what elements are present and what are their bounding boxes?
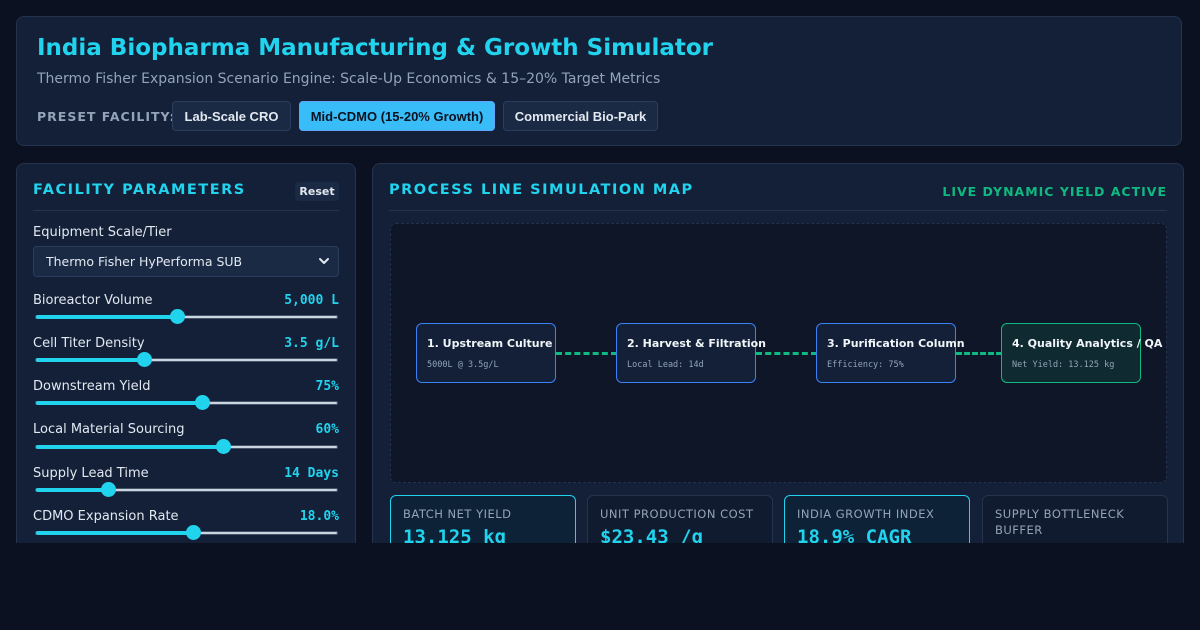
metric-card-supply-bottleneck-buffer: SUPPLY BOTTLENECK BUFFER (982, 495, 1168, 543)
node-title: 1. Upstream Culture (427, 337, 553, 350)
node-detail: Net Yield: 13.125 kg (1012, 360, 1115, 370)
downstream-yield-slider[interactable] (35, 395, 338, 410)
cdmo-expansion-rate-slider[interactable] (35, 525, 338, 540)
flow-connector (756, 352, 817, 355)
local-material-sourcing-label: Local Material Sourcing (33, 422, 185, 437)
slider-fill (36, 315, 178, 319)
slider-thumb[interactable] (215, 439, 231, 454)
supply-lead-time-label: Supply Lead Time (33, 466, 149, 481)
header-panel: India Biopharma Manufacturing & Growth S… (16, 16, 1182, 146)
process-line-panel: PROCESS LINE SIMULATION MAP LIVE DYNAMIC… (372, 163, 1184, 543)
node-title: 2. Harvest & Filtration (627, 337, 766, 350)
slider-thumb[interactable] (194, 395, 210, 410)
metric-value: 18.9% CAGR (797, 526, 912, 543)
bioreactor-volume-value: 5,000 L (284, 293, 339, 308)
node-detail: Local Lead: 14d (627, 360, 704, 370)
node-detail: 5000L @ 3.5g/L (427, 360, 499, 370)
metric-card-unit-production-cost: UNIT PRODUCTION COST $23.43 /g (587, 495, 773, 543)
facility-parameters-panel: FACILITY PARAMETERS Reset Equipment Scal… (16, 163, 356, 543)
process-node-quality-analytics[interactable]: 4. Quality Analytics / QA Net Yield: 13.… (1001, 323, 1162, 383)
flow-connector (956, 352, 1002, 355)
local-material-sourcing-slider[interactable] (35, 439, 338, 454)
cell-titer-density-slider[interactable] (35, 352, 338, 367)
metric-card-india-growth-index: INDIA GROWTH INDEX 18.9% CAGR (784, 495, 970, 543)
facility-parameters-title: FACILITY PARAMETERS (33, 182, 246, 198)
supply-lead-time-slider[interactable] (35, 482, 338, 497)
preset-label: PRESET FACILITY: (37, 109, 176, 124)
cell-titer-density-value: 3.5 g/L (284, 336, 339, 351)
downstream-yield-label: Downstream Yield (33, 379, 151, 394)
flow-connector (556, 352, 617, 355)
slider-fill (36, 358, 145, 362)
bioreactor-volume-slider[interactable] (35, 309, 338, 324)
metric-label: BATCH NET YIELD (403, 507, 512, 521)
process-node-harvest-filtration[interactable]: 2. Harvest & Filtration Local Lead: 14d (616, 323, 766, 383)
node-detail: Efficiency: 75% (827, 360, 904, 370)
page-title: India Biopharma Manufacturing & Growth S… (37, 35, 714, 61)
slider-thumb[interactable] (137, 352, 153, 367)
equipment-select[interactable]: Thermo Fisher HyPerforma SUB (33, 246, 339, 277)
downstream-yield-value: 75% (315, 379, 339, 394)
cdmo-expansion-rate-label: CDMO Expansion Rate (33, 509, 179, 524)
live-status-indicator: LIVE DYNAMIC YIELD ACTIVE (942, 184, 1167, 199)
preset-lab-scale-cro-button[interactable]: Lab-Scale CRO (172, 101, 291, 131)
metric-label: INDIA GROWTH INDEX (797, 507, 935, 521)
node-title: 3. Purification Column (827, 337, 965, 350)
metric-label: SUPPLY BOTTLENECK BUFFER (995, 507, 1125, 537)
process-line-title: PROCESS LINE SIMULATION MAP (389, 182, 694, 198)
reset-button[interactable]: Reset (295, 182, 339, 201)
supply-lead-time-value: 14 Days (284, 466, 339, 481)
node-title: 4. Quality Analytics / QA (1012, 337, 1163, 350)
cdmo-expansion-rate-value: 18.0% (299, 509, 339, 524)
slider-thumb[interactable] (101, 482, 117, 497)
panel-divider (33, 210, 339, 211)
cell-titer-density-label: Cell Titer Density (33, 336, 145, 351)
process-node-purification-column[interactable]: 3. Purification Column Efficiency: 75% (816, 323, 965, 383)
process-simulation-map: 1. Upstream Culture 5000L @ 3.5g/L 2. Ha… (390, 223, 1167, 483)
panel-divider (389, 210, 1167, 211)
preset-mid-cdmo-button[interactable]: Mid-CDMO (15-20% Growth) (299, 101, 495, 131)
metric-value: 13.125 kg (403, 526, 506, 543)
metric-value: $23.43 /g (600, 526, 703, 543)
bioreactor-volume-label: Bioreactor Volume (33, 293, 153, 308)
local-material-sourcing-value: 60% (315, 422, 339, 437)
slider-thumb[interactable] (170, 309, 186, 324)
slider-fill (36, 531, 193, 535)
slider-fill (36, 488, 109, 492)
slider-fill (36, 445, 223, 449)
app-viewport: India Biopharma Manufacturing & Growth S… (0, 0, 1200, 543)
metric-label: UNIT PRODUCTION COST (600, 507, 754, 521)
slider-fill (36, 401, 202, 405)
chevron-down-icon (319, 258, 329, 264)
equipment-select-value: Thermo Fisher HyPerforma SUB (46, 254, 243, 269)
metric-card-batch-net-yield: BATCH NET YIELD 13.125 kg (390, 495, 576, 543)
preset-commercial-bio-park-button[interactable]: Commercial Bio-Park (503, 101, 658, 131)
equipment-label: Equipment Scale/Tier (33, 225, 172, 240)
slider-thumb[interactable] (185, 525, 201, 540)
page-subtitle: Thermo Fisher Expansion Scenario Engine:… (37, 71, 661, 87)
process-node-upstream-culture[interactable]: 1. Upstream Culture 5000L @ 3.5g/L (416, 323, 556, 383)
